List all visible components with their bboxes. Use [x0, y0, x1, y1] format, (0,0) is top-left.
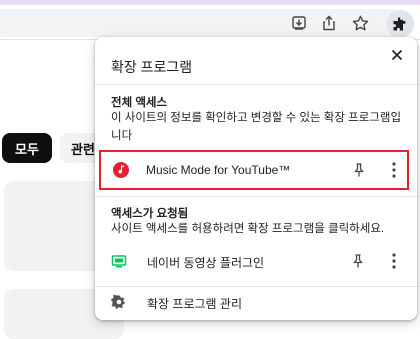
- install-app-icon[interactable]: [288, 12, 310, 34]
- close-button[interactable]: [386, 44, 408, 66]
- extension-name: 네이버 동영상 플러그인: [147, 256, 265, 270]
- manage-extensions-row[interactable]: 확장 프로그램 관리: [101, 282, 411, 320]
- section-description-cont: 니다: [111, 130, 133, 142]
- section-heading-access-requested: 액세스가 요청됨: [111, 208, 189, 220]
- manage-extensions-label: 확장 프로그램 관리: [147, 297, 242, 311]
- extensions-puzzle-button[interactable]: [386, 10, 414, 38]
- more-options-icon[interactable]: [387, 161, 401, 179]
- pin-icon[interactable]: [350, 253, 366, 269]
- chip-all[interactable]: 모두: [2, 133, 52, 163]
- divider: [95, 196, 417, 197]
- extension-name: Music Mode for YouTube™: [146, 163, 291, 177]
- pin-icon[interactable]: [351, 162, 367, 178]
- puzzle-icon: [393, 17, 406, 31]
- browser-toolbar: [0, 5, 420, 40]
- section-description: 사이트 액세스를 허용하려면 확장 프로그램을 클릭하세요.: [111, 223, 385, 235]
- close-icon: [391, 49, 403, 61]
- video-plugin-icon: [111, 253, 127, 269]
- extension-row-music-mode[interactable]: Music Mode for YouTube™: [99, 150, 409, 190]
- gear-icon: [111, 294, 127, 310]
- address-bar[interactable]: [0, 9, 408, 37]
- extensions-menu-popup: 확장 프로그램 전체 액세스 이 사이트의 정보를 확인하고 변경할 수 있는 …: [95, 37, 417, 320]
- section-description: 이 사이트의 정보를 확인하고 변경할 수 있는 확장 프로그램입: [111, 112, 402, 124]
- bookmark-star-icon[interactable]: [349, 12, 371, 34]
- divider: [95, 84, 417, 85]
- popup-title: 확장 프로그램: [111, 59, 193, 75]
- share-icon[interactable]: [318, 12, 340, 34]
- music-note-icon: [113, 162, 129, 178]
- more-options-icon[interactable]: [387, 252, 401, 270]
- section-heading-full-access: 전체 액세스: [111, 97, 168, 109]
- extension-row-naver-video[interactable]: 네이버 동영상 플러그인: [101, 242, 411, 282]
